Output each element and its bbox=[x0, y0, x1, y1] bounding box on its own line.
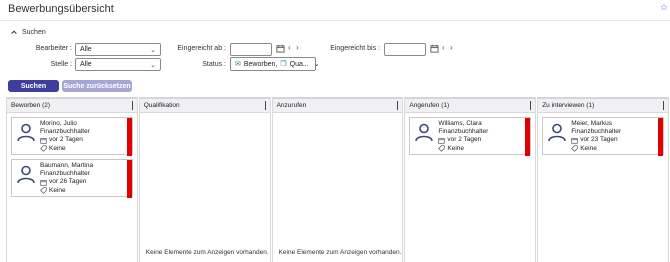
candidate-tag: Keine bbox=[580, 144, 597, 152]
candidate-name: Williams, Clara bbox=[438, 120, 482, 127]
column-header: Anzurufen bbox=[272, 97, 403, 113]
search-section-toggle[interactable]: Suchen bbox=[10, 28, 46, 36]
column-resize-handle[interactable] bbox=[397, 101, 399, 110]
eingereicht-bis-label: Eingereicht bis : bbox=[330, 45, 380, 52]
candidate-tag: Keine bbox=[49, 186, 66, 194]
candidate-name: Baumann, Martina bbox=[40, 162, 94, 169]
candidate-card[interactable]: Williams, Clara Finanzbuchhalter vor 2 T… bbox=[409, 117, 532, 156]
candidate-card[interactable]: Morino, Julio Finanzbuchhalter vor 2 Tag… bbox=[11, 117, 133, 156]
candidate-tag: Keine bbox=[447, 144, 465, 152]
column-header: Zu interviewen (1) bbox=[538, 97, 668, 113]
column-resize-handle[interactable] bbox=[264, 101, 266, 110]
priority-flag bbox=[126, 160, 132, 198]
calendar-icon bbox=[40, 180, 47, 186]
chevron-up-icon bbox=[11, 30, 17, 34]
candidate-date: vor 23 Tagen bbox=[580, 136, 618, 144]
empty-message: Keine Elemente zum Anzeigen vorhanden. bbox=[145, 249, 269, 256]
chevron-left-icon[interactable]: ‹ bbox=[288, 43, 291, 53]
candidate-card[interactable]: Meier, Markus Finanzbuchhalter vor 23 Ta… bbox=[542, 117, 664, 156]
eingereicht-bis-input[interactable] bbox=[384, 43, 426, 56]
divider bbox=[0, 20, 670, 21]
tag-icon bbox=[40, 145, 47, 152]
chevron-left-icon[interactable]: ‹ bbox=[442, 43, 445, 53]
stelle-label: Stelle : bbox=[50, 61, 72, 68]
candidate-date: vor 2 Tagen bbox=[49, 136, 83, 144]
calendar-icon[interactable] bbox=[276, 44, 285, 56]
bearbeiter-value: Alle bbox=[80, 46, 92, 53]
column-beworben: Beworben (2) Morino, Julio Finanzbuchhal… bbox=[6, 97, 138, 262]
tag-icon bbox=[571, 145, 578, 152]
priority-flag bbox=[657, 118, 663, 156]
tag-icon bbox=[40, 187, 47, 194]
chevron-right-icon[interactable]: › bbox=[296, 43, 299, 53]
stelle-select[interactable]: Alle ⌄ bbox=[75, 58, 161, 71]
column-title: Anzurufen bbox=[276, 102, 307, 109]
calendar-icon[interactable] bbox=[430, 44, 439, 56]
chevron-down-icon: ⌄ bbox=[150, 46, 156, 54]
chevron-down-icon: ⌄ bbox=[313, 61, 320, 68]
candidate-position: Finanzbuchhalter bbox=[571, 128, 622, 136]
column-anzurufen: Anzurufen Keine Elemente zum Anzeigen vo… bbox=[271, 97, 404, 262]
calendar-icon bbox=[571, 138, 578, 144]
column-resize-handle[interactable] bbox=[131, 101, 133, 110]
column-resize-handle[interactable] bbox=[662, 101, 664, 110]
user-avatar-icon bbox=[17, 123, 35, 142]
candidate-card[interactable]: Baumann, Martina Finanzbuchhalter vor 26… bbox=[11, 159, 133, 198]
candidate-position: Finanzbuchhalter bbox=[438, 128, 489, 136]
empty-message: Keine Elemente zum Anzeigen vorhanden. bbox=[278, 249, 402, 256]
column-title: Angerufen (1) bbox=[409, 102, 450, 109]
chevron-right-icon[interactable]: › bbox=[450, 43, 453, 53]
status-select[interactable]: ✉ Beworben, ❒ Qua... ⌄ bbox=[230, 57, 320, 71]
priority-flag bbox=[525, 118, 531, 156]
calendar-icon bbox=[438, 138, 446, 144]
search-toggle-label: Suchen bbox=[22, 28, 46, 36]
page-title: Bewerbungsübersicht bbox=[8, 3, 114, 15]
user-avatar-icon bbox=[548, 123, 566, 142]
candidate-name: Meier, Markus bbox=[571, 120, 613, 127]
status-value-2: Qua... bbox=[289, 60, 309, 68]
envelope-icon: ✉ bbox=[235, 61, 241, 68]
candidate-tag: Keine bbox=[49, 144, 66, 152]
kanban-board: Beworben (2) Morino, Julio Finanzbuchhal… bbox=[6, 97, 670, 262]
candidate-date: vor 26 Tagen bbox=[49, 178, 87, 186]
bearbeiter-select[interactable]: Alle ⌄ bbox=[75, 43, 161, 56]
priority-flag bbox=[126, 118, 132, 156]
reset-search-button[interactable]: Suche zurücksetzen bbox=[62, 80, 132, 92]
candidate-date: vor 2 Tagen bbox=[447, 136, 482, 144]
candidate-position: Finanzbuchhalter bbox=[40, 128, 90, 136]
column-header: Angerufen (1) bbox=[405, 97, 536, 113]
column-qualifikation: Qualifikation Keine Elemente zum Anzeige… bbox=[138, 97, 271, 262]
column-title: Qualifikation bbox=[143, 102, 180, 109]
column-header: Beworben (2) bbox=[7, 97, 137, 113]
column-header: Qualifikation bbox=[139, 97, 270, 113]
stelle-value: Alle bbox=[80, 61, 92, 68]
column-zu-interviewen: Zu interviewen (1) Meier, Markus Finanzb… bbox=[537, 97, 669, 262]
column-title: Zu interviewen (1) bbox=[542, 102, 595, 109]
star-icon[interactable]: ☆ bbox=[660, 2, 668, 13]
user-avatar-icon bbox=[415, 123, 434, 142]
column-title: Beworben (2) bbox=[11, 102, 51, 109]
chevron-down-icon: ⌄ bbox=[150, 61, 156, 69]
tag-icon bbox=[438, 145, 446, 152]
candidate-name: Morino, Julio bbox=[40, 120, 77, 127]
candidate-position: Finanzbuchhalter bbox=[40, 170, 90, 178]
eingereicht-ab-input[interactable] bbox=[230, 43, 272, 56]
eingereicht-ab-label: Eingereicht ab : bbox=[177, 45, 226, 52]
user-avatar-icon bbox=[17, 165, 35, 184]
calendar-icon bbox=[40, 138, 47, 144]
search-button[interactable]: Suchen bbox=[8, 80, 59, 92]
bearbeiter-label: Bearbeiter : bbox=[35, 45, 72, 52]
column-resize-handle[interactable] bbox=[530, 101, 532, 110]
column-angerufen: Angerufen (1) Williams, Clara Finanzbuch… bbox=[404, 97, 537, 262]
document-icon: ❒ bbox=[280, 61, 287, 68]
status-value-1: Beworben, bbox=[243, 60, 278, 68]
status-label: Status : bbox=[202, 61, 226, 68]
